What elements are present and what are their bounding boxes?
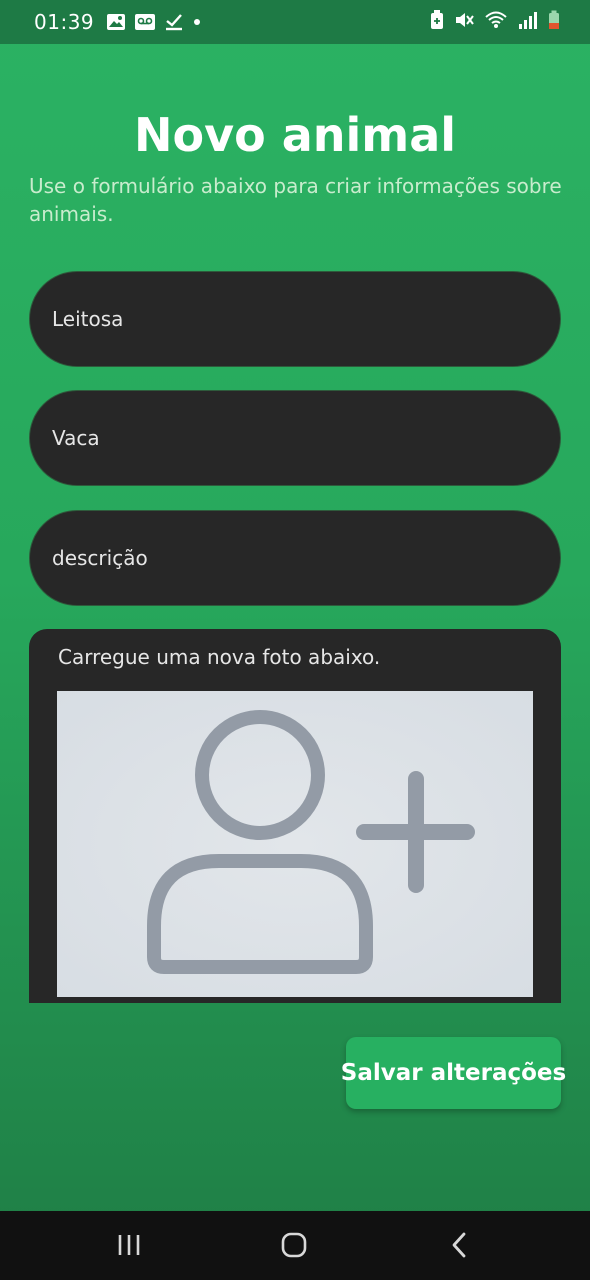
system-nav-bar	[0, 1211, 590, 1280]
page-title: Novo animal	[134, 108, 456, 162]
photo-upload-card: Carregue uma nova foto abaixo.	[29, 629, 561, 1003]
signal-icon	[518, 10, 538, 35]
status-time: 01:39	[34, 10, 95, 34]
dot-icon	[192, 13, 202, 31]
back-icon[interactable]	[448, 1231, 470, 1263]
status-icons	[430, 9, 560, 35]
photo-upload-area[interactable]	[57, 691, 533, 997]
home-icon[interactable]	[280, 1231, 308, 1263]
image-icon	[106, 13, 126, 31]
name-field[interactable]: Leitosa	[29, 271, 561, 367]
species-field-value: Vaca	[52, 426, 100, 450]
description-field[interactable]: descrição	[29, 510, 561, 606]
description-placeholder: descrição	[52, 546, 148, 570]
page-subtitle: Use o formulário abaixo para criar infor…	[29, 174, 562, 226]
battery-icon	[548, 10, 560, 35]
name-field-value: Leitosa	[52, 307, 124, 331]
wifi-icon	[484, 10, 508, 35]
status-bar: 01:39	[0, 0, 590, 44]
photo-upload-label: Carregue uma nova foto abaixo.	[58, 645, 381, 669]
voicemail-icon	[134, 13, 156, 31]
battery-saver-icon	[430, 9, 444, 35]
species-field[interactable]: Vaca	[29, 390, 561, 486]
save-button[interactable]: Salvar alterações	[341, 1037, 566, 1109]
mute-icon	[454, 10, 474, 35]
check-icon	[164, 13, 184, 31]
add-user-icon	[147, 710, 475, 974]
recent-apps-icon[interactable]	[116, 1231, 142, 1263]
